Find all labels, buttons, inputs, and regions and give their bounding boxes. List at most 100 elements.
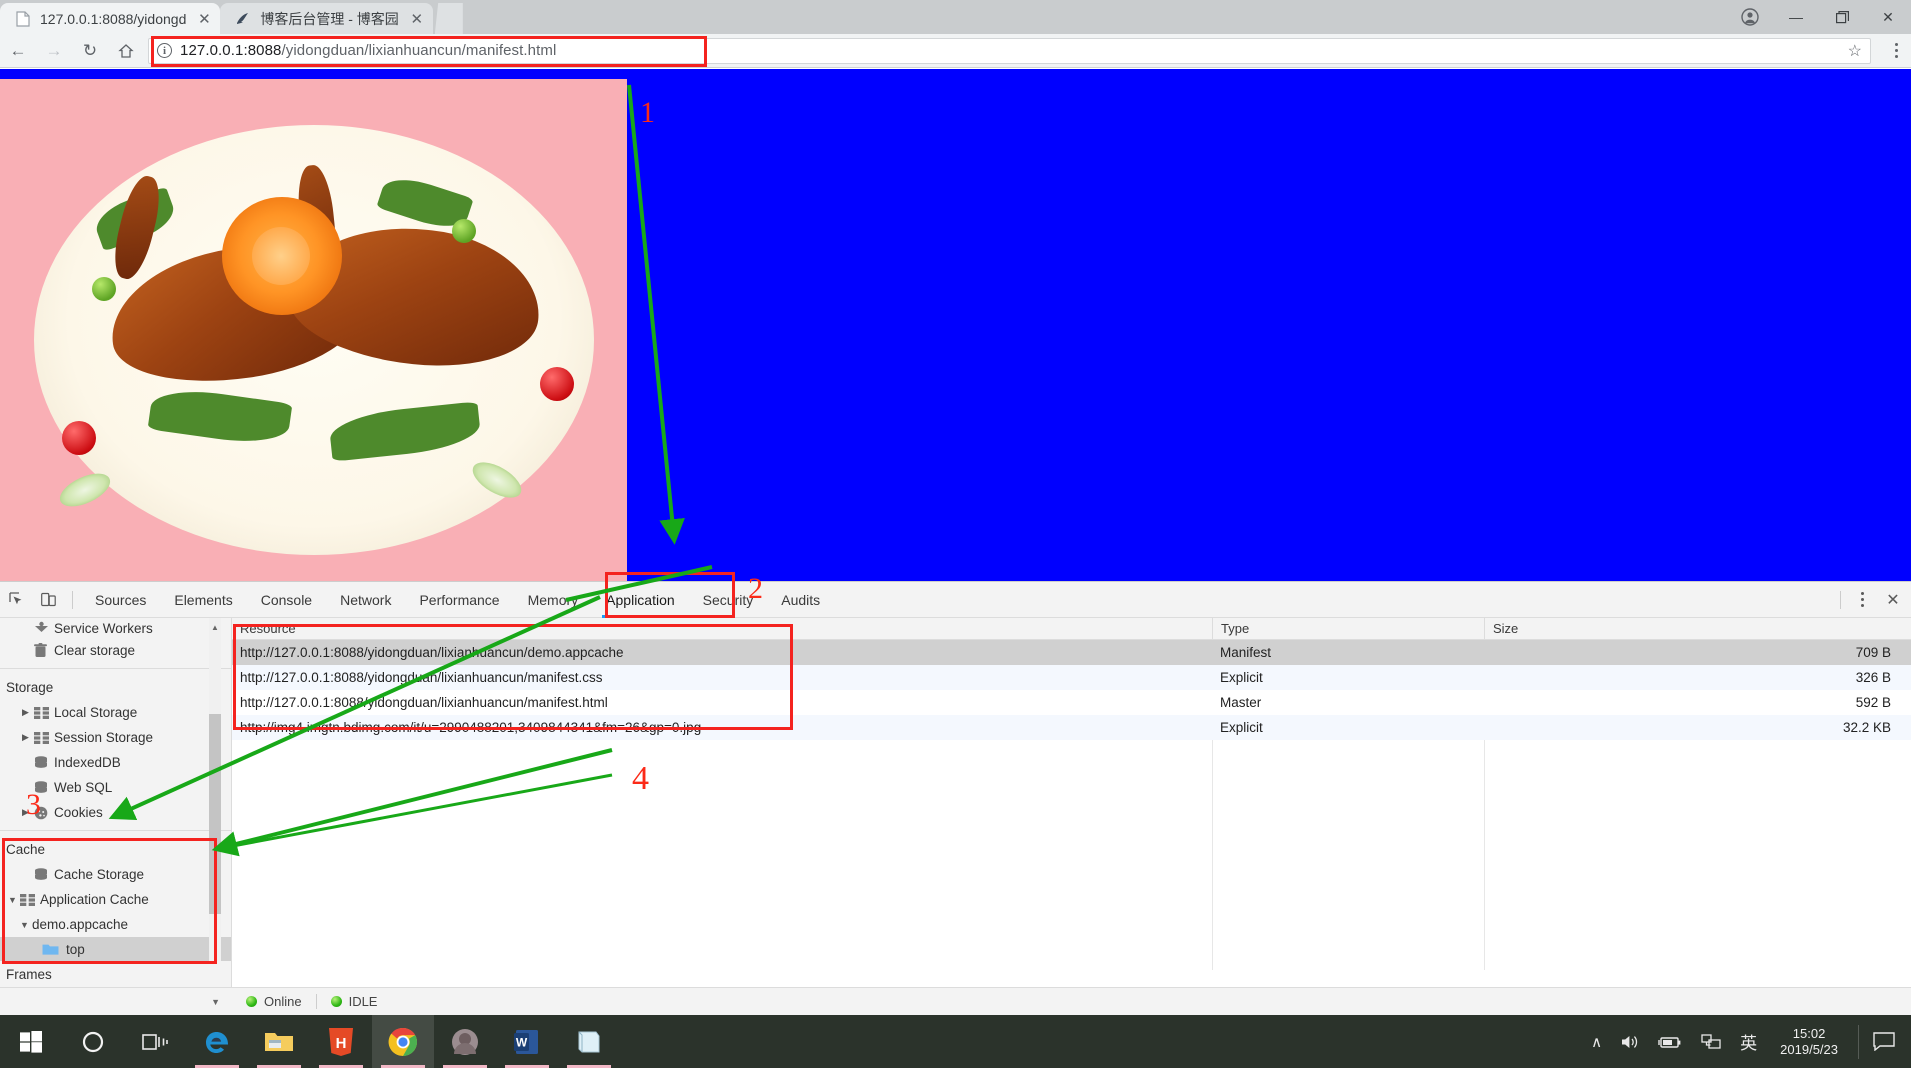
notepad-button[interactable] [558,1015,620,1068]
table-row[interactable]: http://127.0.0.1:8088/yidongduan/lixianh… [232,665,1911,690]
start-button[interactable] [0,1015,62,1068]
more-options-icon[interactable] [1849,582,1875,618]
roast-duck-photo: 美图网 www.nipic.com BY：美图 nipic10161023321… [0,79,627,581]
page-viewport: 美图网 www.nipic.com BY：美图 nipic10161023321… [0,69,1911,581]
devtools-tab-performance[interactable]: Performance [405,582,513,618]
tray-chevron-icon[interactable]: ∧ [1582,1033,1611,1051]
battery-icon[interactable] [1649,1034,1691,1050]
devtools-tab-memory[interactable]: Memory [514,582,593,618]
database-icon [34,867,54,882]
chrome-button[interactable] [372,1015,434,1068]
devtools-close-icon[interactable]: ✕ [1875,582,1911,618]
cell-type: Explicit [1220,720,1263,735]
browser-tab-0[interactable]: 127.0.0.1:8088/yidongd ✕ [0,3,221,34]
task-view-button[interactable] [124,1015,186,1068]
scroll-down-icon[interactable]: ▼ [211,997,220,1007]
reload-icon[interactable]: ↻ [72,34,108,68]
window-controls: — ✕ [1727,0,1911,34]
table-row[interactable]: http://127.0.0.1:8088/yidongduan/lixianh… [232,640,1911,665]
inspect-element-icon[interactable] [0,582,32,618]
address-bar[interactable]: i 127.0.0.1:8088/yidongduan/lixianhuancu… [148,37,1871,64]
table-row[interactable]: http://img4.imgtn.bdimg.com/it/u=2990488… [232,715,1911,740]
url-text: 127.0.0.1:8088/yidongduan/lixianhuancun/… [180,42,556,59]
column-label: Resource [240,620,296,636]
qq-button[interactable] [434,1015,496,1068]
cell-size: 326 B [1855,670,1891,685]
devtools-tab-application[interactable]: Application [592,582,689,618]
browser-tab-1[interactable]: 博客后台管理 - 博客园 ✕ [220,3,433,34]
maximize-button[interactable] [1819,0,1865,34]
volume-icon[interactable] [1611,1033,1649,1051]
sidebar-item-indexeddb[interactable]: IndexedDB [0,750,231,775]
scroll-up-icon[interactable]: ▲ [209,620,221,634]
network-icon[interactable] [1691,1033,1731,1051]
chevron-right-icon[interactable]: ▶ [22,707,34,718]
word-button[interactable]: W [496,1015,558,1068]
sidebar-item-label: Clear storage [54,643,136,658]
chrome-menu-icon[interactable] [1881,34,1911,68]
bookmark-star-icon[interactable]: ☆ [1848,41,1862,61]
sidebar-divider [0,668,231,669]
windows-taskbar: H W ∧ 英 15:02 2019/5/23 [0,1015,1911,1068]
browser-toolbar: ← → ↻ i 127.0.0.1:8088/yidongduan/lixian… [0,34,1911,68]
sidebar-item-local-storage[interactable]: ▶ Local Storage [0,700,231,725]
sidebar-item-session-storage[interactable]: ▶ Session Storage [0,725,231,750]
devtools-tab-elements[interactable]: Elements [160,582,246,618]
hbuilder-button[interactable]: H [310,1015,372,1068]
site-info-icon[interactable]: i [157,43,172,58]
devtools-panel: Sources Elements Console Network Perform… [0,581,1911,1015]
close-window-button[interactable]: ✕ [1865,0,1911,34]
sidebar-item-label: IndexedDB [54,755,121,770]
state-label: IDLE [348,994,378,1009]
devtools-tab-network[interactable]: Network [326,582,405,618]
table-icon [34,731,54,744]
column-header-type[interactable]: Type [1212,618,1484,640]
cortana-button[interactable] [62,1015,124,1068]
annotation-marker-3: 3 [26,788,41,821]
table-row[interactable]: http://127.0.0.1:8088/yidongduan/lixianh… [232,690,1911,715]
sidebar-item-label: Cookies [54,805,103,820]
ime-indicator[interactable]: 英 [1731,1029,1766,1054]
chevron-down-icon[interactable]: ▼ [20,920,32,930]
back-icon[interactable]: ← [0,34,36,68]
clock-time: 15:02 [1792,1025,1826,1041]
device-toolbar-icon[interactable] [32,582,64,618]
home-icon[interactable] [108,34,144,68]
chevron-down-icon[interactable]: ▼ [8,895,20,905]
annotation-marker-2: 2 [748,572,763,605]
cell-type: Master [1220,695,1262,710]
edge-button[interactable] [186,1015,248,1068]
forward-icon[interactable]: → [36,34,72,68]
taskbar-clock[interactable]: 15:02 2019/5/23 [1766,1026,1852,1057]
sidebar-item-clear-storage[interactable]: \u25b6 Clear storage [0,638,231,663]
devtools-tab-audits[interactable]: Audits [767,582,834,618]
cell-resource: http://127.0.0.1:8088/yidongduan/lixianh… [240,695,608,710]
sidebar-scrollbar-thumb[interactable] [209,714,221,914]
online-status[interactable]: Online [232,988,316,1016]
sidebar-item-cache-storage[interactable]: Cache Storage [0,862,231,887]
chevron-right-icon[interactable]: ▶ [22,732,34,743]
notification-icon[interactable] [1859,1032,1911,1051]
sidebar-item-top[interactable]: top [0,937,231,962]
file-explorer-button[interactable] [248,1015,310,1068]
trash-icon [34,643,54,658]
devtools-tab-console[interactable]: Console [247,582,326,618]
new-tab-button[interactable] [434,3,463,34]
browser-tab-title: 博客后台管理 - 博客园 [260,10,399,27]
sidebar-item-demo-appcache[interactable]: ▼ demo.appcache [0,912,231,937]
column-header-resource[interactable]: ▲ Resource [232,618,1212,640]
toolbar-divider [1840,590,1841,609]
devtools-status-bar: ▼ Online IDLE [0,987,1911,1015]
sidebar-section-frames[interactable]: Frames [0,961,231,987]
table-icon [20,893,40,906]
clock-date: 2019/5/23 [1780,1041,1838,1057]
column-header-size[interactable]: Size [1484,618,1911,640]
sidebar-item-application-cache[interactable]: ▼ Application Cache [0,887,231,912]
devtools-tab-sources[interactable]: Sources [81,582,160,618]
tab-close-icon[interactable]: ✕ [196,11,212,28]
tab-close-icon[interactable]: ✕ [409,11,425,28]
carrot-rose-garnish [222,197,342,315]
minimize-button[interactable]: — [1773,0,1819,34]
sidebar-item-service-workers[interactable]: \u25b6 Service Workers [0,618,231,638]
profile-avatar-icon[interactable] [1727,0,1773,34]
